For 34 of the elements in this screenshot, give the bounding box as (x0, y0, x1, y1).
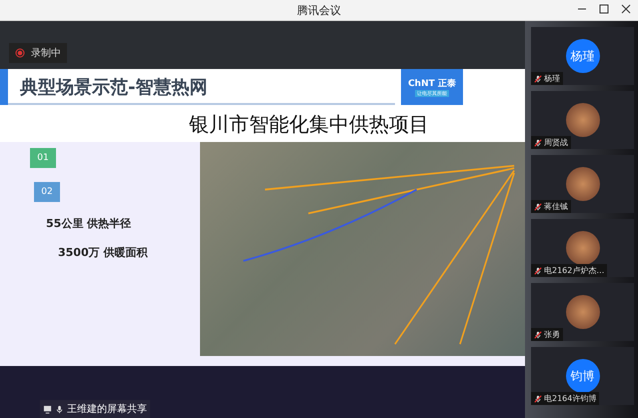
monitor-icon (43, 404, 52, 414)
participant-name: 杨瑾 (544, 73, 560, 84)
accent-bar (0, 69, 8, 105)
logo-brand: ChNT 正泰 (408, 78, 456, 90)
stat-text: 55公里 供热半径 (45, 216, 132, 231)
maximize-icon[interactable] (598, 3, 610, 15)
participant-name: 张勇 (544, 329, 560, 340)
participant-tile[interactable]: 蒋佳铖 (531, 155, 634, 213)
recording-label: 录制中 (31, 46, 61, 60)
avatar-photo-placeholder (566, 295, 600, 329)
avatar-photo-placeholder (566, 167, 600, 201)
participant-tile[interactable]: 张勇 (531, 283, 634, 341)
avatar-photo-placeholder (566, 231, 600, 265)
slide-title: 典型场景示范-智慧热网 (8, 69, 395, 105)
participant-name: 周贤战 (544, 137, 568, 148)
window-title: 腾讯会议 (297, 2, 341, 18)
avatar-initials: 杨瑾 (566, 39, 600, 73)
stat-text: 3500万 供暖面积 (57, 245, 149, 260)
close-icon[interactable] (620, 3, 632, 15)
participant-name: 蒋佳铖 (544, 201, 568, 212)
sharer-name: 王维建的屏幕共享 (67, 402, 147, 416)
mic-icon (55, 404, 64, 414)
number-tag: 02 (34, 182, 60, 202)
participant-tile[interactable]: 钧博 电2164许钧博 (531, 347, 634, 405)
participant-tile[interactable]: 电2162卢炉杰… (531, 219, 634, 277)
participant-name: 电2164许钧博 (544, 393, 596, 404)
participant-name: 电2162卢炉杰… (544, 265, 604, 276)
avatar-photo-placeholder (566, 103, 600, 137)
slide-subtitle: 银川市智能化集中供热项目 (188, 111, 430, 138)
number-tag: 01 (30, 148, 56, 168)
avatar-initials: 钧博 (566, 359, 600, 393)
participant-tile[interactable]: 周贤战 (531, 91, 634, 149)
record-icon (15, 48, 25, 58)
participant-tile[interactable]: 杨瑾 杨瑾 (531, 27, 634, 85)
